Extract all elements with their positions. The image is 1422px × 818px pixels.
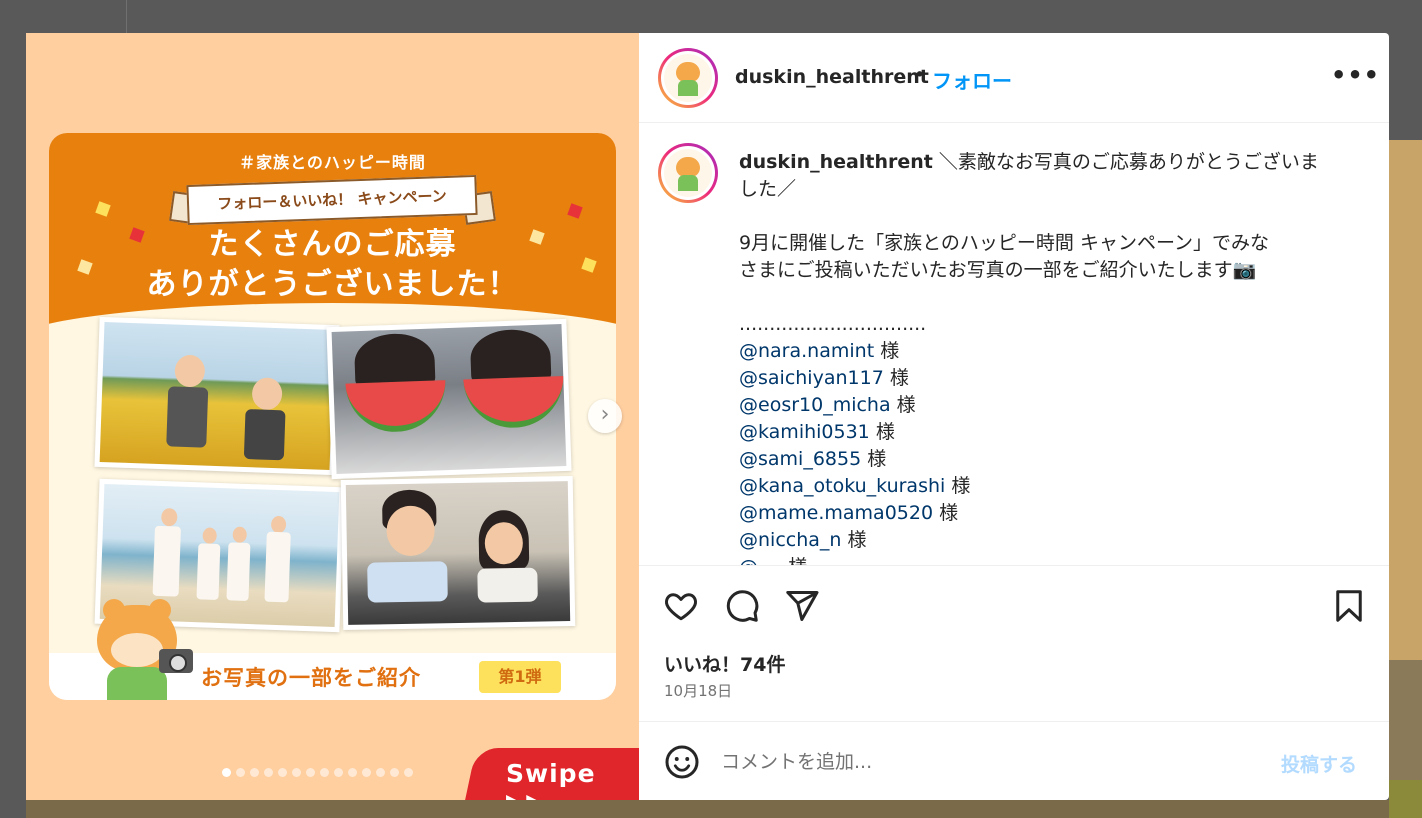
campaign-image: ＃家族とのハッピー時間 フォロー＆いいね！ キャンペーン たくさんのご応募 あり… xyxy=(49,133,616,700)
image-hashtag: ＃家族とのハッピー時間 xyxy=(239,153,426,172)
caption-line: ＼素敵なお写真のご応募ありがとうございま xyxy=(938,151,1319,173)
photo-kids-eating xyxy=(340,475,576,631)
author-avatar[interactable] xyxy=(658,48,718,108)
comment-bar: 投稿する xyxy=(639,721,1389,800)
slide-dot xyxy=(376,768,385,777)
caption-dotted-divider: ............................... xyxy=(739,313,927,335)
comment-bubble-icon[interactable] xyxy=(724,588,760,624)
mention-suffix: 様 xyxy=(874,340,900,362)
author-username[interactable]: duskin_healthrent xyxy=(735,66,929,88)
post-actions: いいね！74件 10月18日 xyxy=(639,565,1389,720)
smiley-icon[interactable] xyxy=(664,744,700,780)
slide-indicator xyxy=(222,768,413,777)
slide-dot xyxy=(348,768,357,777)
camera-icon xyxy=(159,649,193,673)
image-title-line2: ありがとうございました！ xyxy=(146,267,519,302)
caption-line xyxy=(739,203,1349,230)
image-title-line1: たくさんのご応募 xyxy=(208,227,457,262)
photo-watermelon-kids xyxy=(326,318,572,480)
mention-link[interactable]: @nara.namint xyxy=(739,340,874,362)
caption-line: 9月に開催した「家族とのハッピー時間 キャンペーン」でみな xyxy=(739,232,1269,254)
slide-dot xyxy=(250,768,259,777)
follow-button[interactable]: フォロー xyxy=(932,65,1012,94)
banner-text: お写真の一部をご紹介 xyxy=(201,666,421,690)
caption-area: duskin_healthrent ＼素敵なお写真のご応募ありがとうございま し… xyxy=(639,124,1389,565)
mention-link[interactable]: @eosr10_micha xyxy=(739,394,891,416)
mention-link[interactable]: @niccha_n xyxy=(739,529,841,551)
slide-dot xyxy=(334,768,343,777)
caption-line: した／ xyxy=(739,178,797,200)
post-side-panel: duskin_healthrent • フォロー ••• duskin_heal… xyxy=(639,33,1389,800)
caption-line xyxy=(739,284,1349,311)
next-slide-button[interactable]: › xyxy=(588,399,622,433)
mention-suffix: 様 xyxy=(883,367,909,389)
caption-text: duskin_healthrent ＼素敵なお写真のご応募ありがとうございま し… xyxy=(739,149,1349,565)
image-title: たくさんのご応募 ありがとうございました！ xyxy=(49,225,616,305)
backdrop-divider xyxy=(126,0,127,33)
slide-dot xyxy=(306,768,315,777)
caption-username[interactable]: duskin_healthrent xyxy=(739,151,933,173)
mention-suffix: 様 xyxy=(890,394,916,416)
header-separator: • xyxy=(914,64,926,86)
mention-link[interactable]: @kamihi0531 xyxy=(739,421,870,443)
slide-dot xyxy=(222,768,231,777)
slide-dot xyxy=(264,768,273,777)
post-media: ＃家族とのハッピー時間 フォロー＆いいね！ キャンペーン たくさんのご応募 あり… xyxy=(26,33,639,800)
mention-suffix: 様 xyxy=(841,529,867,551)
mention-suffix: 様 xyxy=(933,502,959,524)
slide-dot xyxy=(320,768,329,777)
paper-plane-icon[interactable] xyxy=(784,588,820,624)
backdrop-feed-bottom xyxy=(26,800,1389,818)
slide-dot xyxy=(292,768,301,777)
mention-suffix: 様 xyxy=(869,421,895,443)
caption-line: さまにご投稿いただいたお写真の一部をご紹介いたします📷 xyxy=(739,259,1257,281)
mention-link[interactable]: @sami_6855 xyxy=(739,448,861,470)
mention-suffix: 様 xyxy=(782,556,807,565)
slide-dot xyxy=(404,768,413,777)
mention-link[interactable]: @kana_otoku_kurashi xyxy=(739,475,945,497)
slide-dot xyxy=(362,768,371,777)
photo-sunflower-field xyxy=(94,316,340,476)
heart-icon[interactable] xyxy=(663,588,699,624)
post-header: duskin_healthrent • フォロー ••• xyxy=(639,33,1389,123)
backdrop-feed-preview xyxy=(1389,140,1422,818)
more-options-icon[interactable]: ••• xyxy=(1331,61,1380,89)
mention-link[interactable]: @saichiyan117 xyxy=(739,367,884,389)
slide-dot xyxy=(390,768,399,777)
mention-link[interactable]: @ ... xyxy=(739,556,782,565)
slide-dot xyxy=(236,768,245,777)
banner-badge: 第1弾 xyxy=(479,661,561,693)
slide-dot xyxy=(278,768,287,777)
post-comment-button[interactable]: 投稿する xyxy=(1281,750,1357,777)
comment-input[interactable] xyxy=(721,744,1261,780)
like-count[interactable]: いいね！74件 xyxy=(664,650,785,677)
mention-suffix: 様 xyxy=(861,448,887,470)
swipe-label: Swipe ▶▶ xyxy=(506,759,596,800)
caption-author-avatar[interactable] xyxy=(658,143,718,203)
post-date[interactable]: 10月18日 xyxy=(664,680,732,701)
bookmark-icon[interactable] xyxy=(1331,588,1367,624)
mention-suffix: 様 xyxy=(945,475,971,497)
mention-link[interactable]: @mame.mama0520 xyxy=(739,502,933,524)
